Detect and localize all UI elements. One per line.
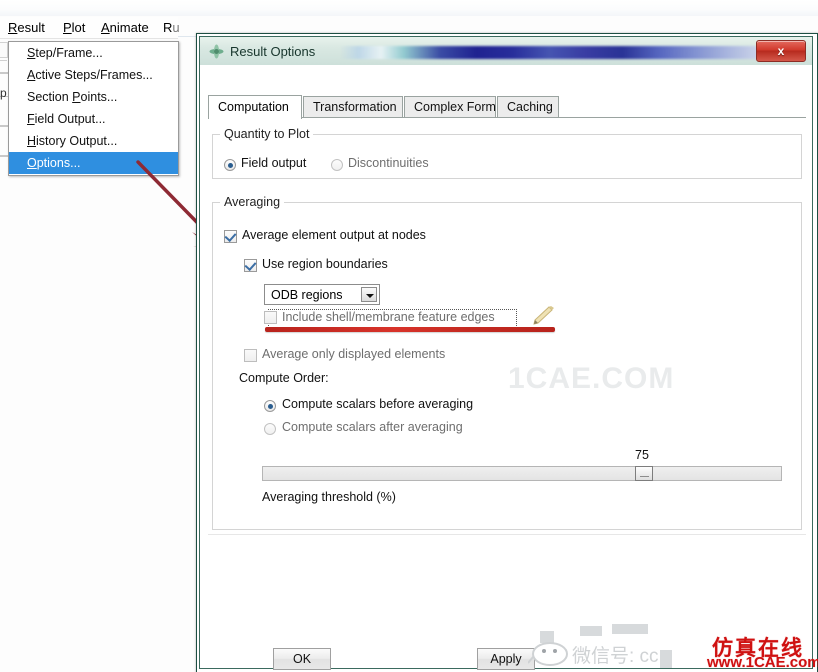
active-tab-mask [209, 117, 301, 119]
toolbar-divider-8 [0, 60, 7, 61]
apply-button[interactable]: Apply [477, 648, 535, 670]
tab-caching[interactable]: Caching [497, 96, 559, 118]
label-discontinuities: Discontinuities [348, 156, 429, 170]
menu-item-options[interactable]: Options... [9, 152, 178, 174]
threshold-value: 75 [635, 448, 649, 462]
dialog-separator [208, 534, 806, 535]
radio-discontinuities[interactable] [331, 159, 343, 171]
toolbar-divider-5 [0, 126, 8, 127]
dialog-tabstrip: Computation Transformation Complex Form … [208, 95, 806, 119]
menu-item-label: ctive Steps/Frames... [35, 68, 153, 82]
menu-item-label: ptions... [36, 156, 81, 170]
label-compute-order: Compute Order: [239, 371, 329, 385]
label-use-region-boundaries: Use region boundaries [262, 257, 388, 271]
title-bar-artifact [340, 46, 795, 59]
checkbox-average-only-displayed[interactable] [244, 349, 257, 362]
wm-block-2 [580, 626, 602, 636]
menu-item-history-output[interactable]: History Output... [9, 130, 178, 152]
menu-plot[interactable]: Plot [63, 20, 85, 35]
chevron-down-icon[interactable] [361, 287, 377, 302]
toolbar-divider-2 [0, 73, 8, 74]
red-underline-annotation [265, 327, 555, 332]
menu-item-field-output[interactable]: Field Output... [9, 108, 178, 130]
menu-bar: RResultesult Plot Animate Ru [0, 17, 180, 39]
menu-item-label: Section Points... [27, 90, 118, 104]
computation-tab-page: 1CAE.COM Quantity to Plot Field output D… [208, 118, 806, 534]
label-compute-before-averaging: Compute scalars before averaging [282, 397, 474, 411]
radio-field-output[interactable] [224, 159, 236, 171]
wechat-face-icon [528, 642, 568, 666]
menu-item-step-frame[interactable]: Step/Frame... [9, 42, 178, 64]
result-options-dialog: Result Options x Computation Transformat… [196, 33, 818, 672]
menu-item-label: ield Output... [34, 112, 106, 126]
quantity-to-plot-legend: Quantity to Plot [220, 127, 314, 141]
dialog-title: Result Options [230, 44, 316, 59]
wm-block-3 [612, 624, 648, 634]
menu-result[interactable]: RResultesult [8, 20, 45, 35]
menu-animate[interactable]: Animate [101, 20, 149, 35]
wechat-label: 微信号: cc [572, 646, 659, 667]
menu-run[interactable]: Ru [163, 20, 180, 35]
label-include-feature-edges: Include shell/membrane feature edges [282, 310, 495, 324]
brand-url-watermark: www.1CAE.com [707, 654, 818, 671]
label-average-only-displayed: Average only displayed elements [262, 347, 446, 361]
toolbar-fragment-1 [0, 42, 8, 58]
wm-block-4 [660, 650, 672, 668]
label-field-output: Field output [241, 156, 307, 170]
menu-item-active-steps-frames[interactable]: Active Steps/Frames... [9, 64, 178, 86]
dialog-title-bar[interactable]: Result Options x [200, 37, 812, 65]
pencil-icon [533, 306, 554, 325]
threshold-slider-thumb[interactable] [635, 466, 653, 481]
result-menu-popup[interactable]: Step/Frame... Active Steps/Frames... Sec… [8, 41, 179, 176]
tab-computation[interactable]: Computation [208, 95, 302, 119]
radio-compute-after-averaging[interactable] [264, 423, 276, 435]
checkbox-average-element-output[interactable] [224, 230, 237, 243]
checkbox-include-feature-edges[interactable] [264, 311, 277, 324]
app-icon [209, 44, 224, 59]
averaging-legend: Averaging [220, 195, 285, 209]
label-compute-after-averaging: Compute scalars after averaging [282, 420, 463, 434]
region-combo[interactable]: ODB regions [264, 284, 380, 305]
viewport-p-label: p [0, 86, 7, 100]
toolbar-divider-7 [0, 156, 8, 157]
ok-button[interactable]: OK [273, 648, 331, 670]
menu-item-label: tep/Frame... [35, 46, 103, 60]
radio-compute-before-averaging[interactable] [264, 400, 276, 412]
menu-bar-left-pad [0, 17, 8, 39]
close-icon[interactable]: x [756, 40, 806, 62]
region-combo-value: ODB regions [271, 288, 343, 302]
screenshot-root: RResultesult Plot Animate Ru p Step/Fram… [0, 0, 818, 672]
threshold-slider-track[interactable] [262, 466, 782, 481]
label-average-element-output: Average element output at nodes [242, 228, 426, 242]
tab-transformation[interactable]: Transformation [303, 96, 403, 118]
menu-item-label: istory Output... [36, 134, 118, 148]
app-top-strip [0, 0, 818, 16]
tab-complex-form[interactable]: Complex Form [404, 96, 496, 118]
label-averaging-threshold: Averaging threshold (%) [262, 490, 396, 504]
menu-item-section-points[interactable]: Section Points... [9, 86, 178, 108]
checkbox-use-region-boundaries[interactable] [244, 259, 257, 272]
